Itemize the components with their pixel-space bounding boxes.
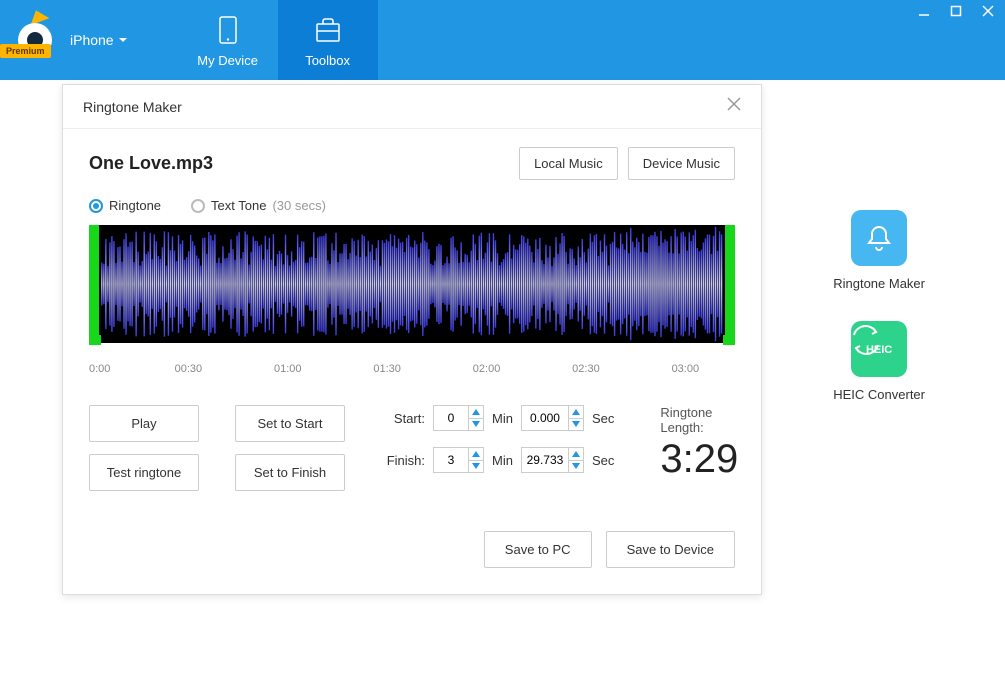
tool-label: Ringtone Maker [833,276,925,291]
spin-down[interactable] [469,419,483,431]
tab-label: Toolbox [305,53,350,68]
trim-handle-start[interactable] [89,225,99,343]
start-sec-input[interactable] [522,406,568,430]
length-value: 3:29 [660,437,738,482]
radio-icon [89,199,103,213]
time-tick: 0:00 [89,363,139,375]
ringtone-length: Ringtone Length: 3:29 [660,405,738,482]
start-sec-spinner[interactable] [521,405,584,431]
set-buttons: Set to Start Set to Finish [235,405,345,491]
time-tick: 00:30 [139,363,238,375]
device-music-button[interactable]: Device Music [628,147,735,180]
toolbox-icon [311,13,345,47]
start-min-input[interactable] [434,406,468,430]
source-buttons: Local Music Device Music [519,147,735,180]
heic-badge-text: HEIC [866,344,892,356]
modal-title: Ringtone Maker [83,99,182,115]
app-logo: Premium [0,0,70,80]
file-name: One Love.mp3 [89,153,213,174]
minimize-button[interactable] [915,2,933,20]
device-name: iPhone [70,32,114,48]
radio-icon [191,199,205,213]
modal-header: Ringtone Maker [63,85,761,129]
spin-up[interactable] [569,448,583,461]
maximize-button[interactable] [947,2,965,20]
tab-my-device[interactable]: My Device [178,0,278,80]
save-to-device-button[interactable]: Save to Device [606,531,735,568]
bell-icon [851,210,907,266]
start-marker[interactable] [89,335,101,345]
save-to-pc-button[interactable]: Save to PC [484,531,592,568]
chevron-down-icon [118,35,128,45]
file-row: One Love.mp3 Local Music Device Music [89,147,735,180]
tool-heic-converter[interactable]: HEIC HEIC Converter [833,321,925,402]
spin-up[interactable] [469,448,483,461]
app-header: Premium iPhone My Device Toolbox [0,0,1005,80]
spin-down[interactable] [569,419,583,431]
close-icon [727,97,741,111]
tool-ringtone-maker[interactable]: Ringtone Maker [833,210,925,291]
start-min-spinner[interactable] [433,405,484,431]
radio-label: Ringtone [109,198,161,213]
close-button[interactable] [979,2,997,20]
time-tick: 02:00 [437,363,536,375]
set-start-button[interactable]: Set to Start [235,405,345,442]
waveform[interactable] [89,225,735,343]
play-button[interactable]: Play [89,405,199,442]
window-controls [915,2,997,20]
min-unit: Min [492,411,513,426]
tone-type-radios: Ringtone Text Tone (30 secs) [89,198,735,213]
min-unit: Min [492,453,513,468]
length-label: Ringtone Length: [660,405,738,435]
spin-down[interactable] [469,461,483,473]
nav-tabs: My Device Toolbox [178,0,378,80]
sec-unit: Sec [592,411,614,426]
playback-buttons: Play Test ringtone [89,405,199,491]
finish-min-input[interactable] [434,448,468,472]
start-time-row: Start: Min Sec [381,405,614,431]
time-tick: 02:30 [536,363,635,375]
time-fields: Start: Min Sec Finish: [381,405,614,473]
finish-label: Finish: [381,453,425,468]
time-tick: 01:00 [238,363,337,375]
finish-sec-input[interactable] [522,448,568,472]
tool-label: HEIC Converter [833,387,925,402]
test-ringtone-button[interactable]: Test ringtone [89,454,199,491]
end-marker[interactable] [723,335,735,345]
sec-unit: Sec [592,453,614,468]
time-tick: 01:30 [337,363,436,375]
content-area: Ringtone Maker HEIC HEIC Converter Ringt… [0,80,1005,686]
radio-text-tone[interactable]: Text Tone (30 secs) [191,198,326,213]
time-tick: 03:00 [636,363,735,375]
spin-up[interactable] [469,406,483,419]
tab-label: My Device [197,53,258,68]
finish-min-spinner[interactable] [433,447,484,473]
spin-down[interactable] [569,461,583,473]
radio-label: Text Tone [211,198,266,213]
save-buttons: Save to PC Save to Device [89,531,735,568]
controls-row: Play Test ringtone Set to Start Set to F… [89,405,735,491]
premium-badge: Premium [0,44,51,58]
toolbox-sidebar: Ringtone Maker HEIC HEIC Converter [833,210,925,402]
finish-time-row: Finish: Min Sec [381,447,614,473]
finish-sec-spinner[interactable] [521,447,584,473]
waveform-container: 0:00 00:30 01:00 01:30 02:00 02:30 03:00 [89,225,735,375]
waveform-graphic [89,225,735,343]
time-axis: 0:00 00:30 01:00 01:30 02:00 02:30 03:00 [89,359,735,375]
tab-toolbox[interactable]: Toolbox [278,0,378,80]
set-finish-button[interactable]: Set to Finish [235,454,345,491]
ringtone-maker-modal: Ringtone Maker One Love.mp3 Local Music … [62,84,762,595]
radio-hint: (30 secs) [272,198,325,213]
start-label: Start: [381,411,425,426]
local-music-button[interactable]: Local Music [519,147,618,180]
device-selector[interactable]: iPhone [70,0,148,80]
heic-icon: HEIC [851,321,907,377]
spin-up[interactable] [569,406,583,419]
radio-ringtone[interactable]: Ringtone [89,198,161,213]
modal-body: One Love.mp3 Local Music Device Music Ri… [63,129,761,594]
tablet-icon [211,13,245,47]
modal-close-button[interactable] [727,97,741,116]
trim-handle-end[interactable] [725,225,735,343]
